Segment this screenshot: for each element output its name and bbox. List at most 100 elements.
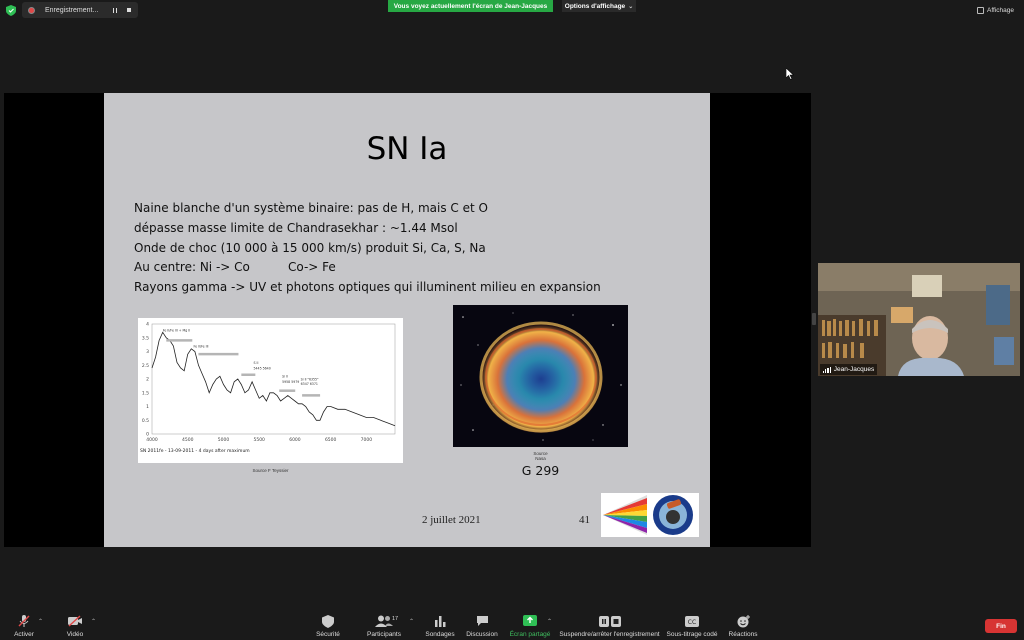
closed-captions-label: Sous-titrage codé bbox=[666, 631, 718, 638]
x-tick-label: 6500 bbox=[325, 437, 337, 443]
presentation-slide: SN Ia Naine blanche d'un système binaire… bbox=[104, 93, 710, 547]
slide-title: SN Ia bbox=[366, 131, 448, 167]
closed-captions-button[interactable]: CC Sous-titrage codé bbox=[667, 606, 717, 640]
x-tick-label: 4500 bbox=[182, 437, 194, 443]
participants-count: 17 bbox=[392, 616, 399, 622]
stop-icon bbox=[127, 8, 131, 12]
video-options-caret-icon[interactable]: ⌃ bbox=[91, 618, 96, 625]
participant-name: Jean-Jacques bbox=[833, 366, 875, 373]
zoom-window: Enregistrement... Vous voyez actuellemen… bbox=[0, 0, 1024, 640]
chevron-down-icon: ⌄ bbox=[628, 3, 634, 10]
club-logo bbox=[601, 493, 699, 537]
share-screen-icon bbox=[523, 613, 537, 629]
share-options-caret-icon[interactable]: ⌃ bbox=[547, 618, 552, 625]
security-button[interactable]: Sécurité bbox=[312, 606, 344, 640]
spectrum-source: Source F Teyssier bbox=[252, 468, 289, 473]
x-tick-label: 5000 bbox=[218, 437, 230, 443]
annotation-bar bbox=[279, 389, 296, 392]
share-screen-button[interactable]: Écran partagé bbox=[509, 606, 551, 640]
audio-options-caret-icon[interactable]: ⌃ bbox=[38, 618, 43, 625]
recording-label: Enregistrement... bbox=[45, 6, 99, 14]
x-tick-label: 6000 bbox=[289, 437, 301, 443]
pause-stop-recording-button[interactable]: Suspendre/arrêter l'enregistrement bbox=[559, 606, 660, 640]
muted-microphone-icon bbox=[17, 613, 31, 629]
affichage-label: Affichage bbox=[987, 7, 1014, 14]
share-screen-label: Écran partagé bbox=[509, 631, 551, 638]
x-tick-label: 7000 bbox=[361, 437, 373, 443]
slide-bullets: Naine blanche d'un système binaire: pas … bbox=[134, 199, 601, 298]
x-tick-label: 4000 bbox=[146, 437, 158, 443]
participants-label: Participants bbox=[367, 631, 401, 638]
participants-icon bbox=[375, 613, 393, 629]
line-annotation: 6347 6371 bbox=[301, 382, 318, 386]
mouse-cursor-icon bbox=[786, 68, 794, 80]
polls-button[interactable]: Sondages bbox=[424, 606, 456, 640]
line-annotation: Si II bbox=[282, 375, 288, 379]
pause-icon bbox=[113, 7, 117, 13]
pause-recording-button[interactable] bbox=[110, 2, 120, 18]
participant-video-frame bbox=[818, 263, 1020, 376]
y-tick-label: 4 bbox=[146, 322, 149, 328]
end-meeting-button[interactable]: Fin bbox=[985, 619, 1017, 633]
y-tick-label: 1 bbox=[146, 404, 149, 410]
video-label: Vidéo bbox=[66, 631, 84, 638]
polls-bar-chart-icon bbox=[434, 613, 446, 629]
y-tick-label: 1.5 bbox=[142, 390, 149, 396]
view-options-button[interactable]: Options d'affichage ⌄ bbox=[562, 0, 636, 12]
security-label: Sécurité bbox=[316, 631, 340, 638]
record-dot-icon bbox=[28, 6, 35, 14]
prism-rainbow-icon bbox=[603, 495, 693, 535]
recording-control-label: Suspendre/arrêter l'enregistrement bbox=[559, 631, 660, 638]
participants-options-caret-icon[interactable]: ⌃ bbox=[409, 618, 414, 625]
start-video-button[interactable]: Vidéo bbox=[62, 606, 88, 640]
video-off-icon bbox=[67, 613, 83, 629]
slide-number: 41 bbox=[579, 514, 590, 526]
line-annotation: Si II "6355" bbox=[301, 377, 319, 381]
annotation-bar bbox=[302, 394, 321, 397]
view-options-label: Options d'affichage bbox=[564, 2, 626, 10]
security-shield-icon bbox=[322, 613, 334, 629]
chat-bubble-icon bbox=[476, 613, 489, 629]
nebula-picture bbox=[453, 305, 628, 447]
unmute-label: Activer bbox=[14, 631, 34, 638]
participant-video[interactable]: Jean-Jacques bbox=[818, 263, 1020, 376]
bullet-line: Au centre: Ni -> Co Co-> Fe bbox=[134, 260, 336, 275]
bullet-line: Onde de choc (10 000 à 15 000 km/s) prod… bbox=[134, 240, 486, 255]
image-name: G 299 bbox=[521, 463, 560, 478]
y-tick-label: 2 bbox=[146, 377, 149, 383]
unmute-button[interactable]: Activer bbox=[10, 606, 38, 640]
spectrum-line bbox=[151, 331, 396, 427]
reactions-smiley-icon bbox=[737, 613, 750, 629]
recording-indicator: Enregistrement... bbox=[22, 2, 138, 18]
supernova-remnant-image bbox=[453, 305, 628, 447]
annotation-bar bbox=[166, 339, 193, 342]
line-annotation: 5958 5979 bbox=[282, 380, 299, 384]
meeting-toolbar: Activer ⌃ Vidéo ⌃ Sécurité Participants … bbox=[0, 606, 1024, 640]
top-bar: Enregistrement... Vous voyez actuellemen… bbox=[0, 0, 1024, 20]
panel-resize-handle[interactable] bbox=[812, 313, 816, 325]
participant-name-tag: Jean-Jacques bbox=[820, 364, 878, 375]
reactions-button[interactable]: Réactions bbox=[728, 606, 758, 640]
spectrum-plot: 4 3.5 3 2.5 2 1.5 1 0.5 04000 4500 5000 5500 6000 650… bbox=[140, 322, 396, 454]
chat-label: Discussion bbox=[466, 631, 498, 638]
y-tick-label: 0.5 bbox=[142, 418, 149, 424]
shield-icon[interactable] bbox=[6, 5, 16, 16]
closed-captions-icon: CC bbox=[685, 613, 699, 629]
annotation-bar bbox=[198, 352, 239, 356]
y-tick-label: 3 bbox=[146, 349, 149, 355]
chat-button[interactable]: Discussion bbox=[466, 606, 498, 640]
pause-stop-icons bbox=[598, 613, 621, 629]
y-tick-label: 0 bbox=[146, 432, 149, 438]
line-annotation: S II bbox=[253, 361, 258, 365]
y-tick-label: 2.5 bbox=[142, 363, 149, 369]
stop-recording-button[interactable] bbox=[124, 2, 134, 18]
line-annotation: 5445 5640 bbox=[253, 366, 270, 370]
participants-button[interactable]: Participants bbox=[364, 606, 404, 640]
line-annotation: Fe II/Fe III bbox=[193, 344, 208, 348]
affichage-button[interactable]: Affichage bbox=[977, 5, 1014, 16]
grid-view-icon bbox=[977, 7, 984, 14]
svg-text:CC: CC bbox=[688, 619, 696, 626]
spectrum-chart: 4 3.5 3 2.5 2 1.5 1 0.5 0 4000 4500 5000 5500 6000 650… bbox=[138, 318, 403, 473]
bullet-line: Naine blanche d'un système binaire: pas … bbox=[134, 201, 488, 215]
bullet-line: Rayons gamma -> UV et photons optiques q… bbox=[134, 280, 601, 295]
